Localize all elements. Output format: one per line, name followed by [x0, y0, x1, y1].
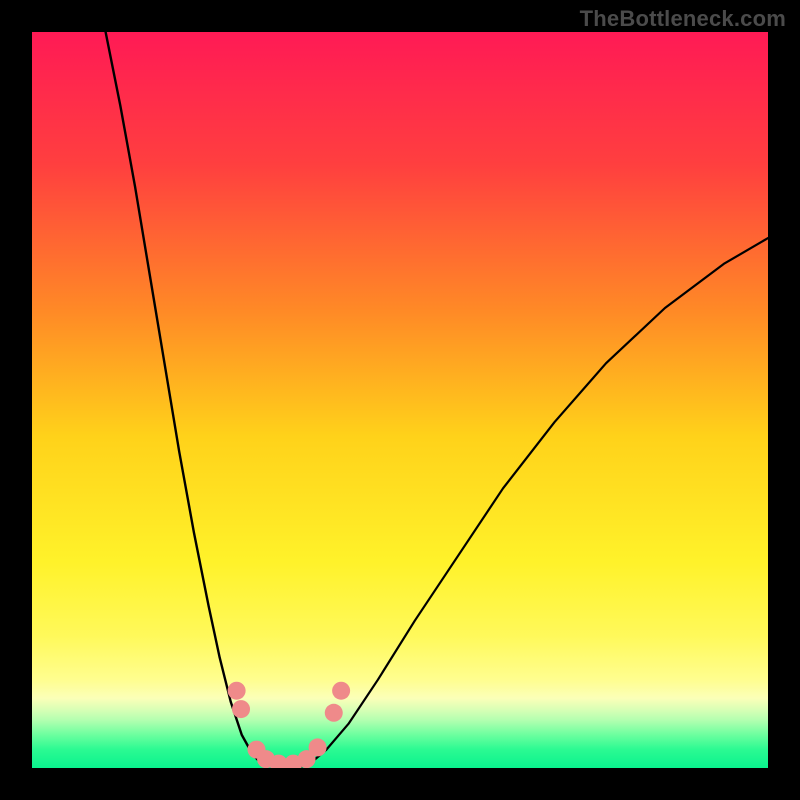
bottleneck-chart: [32, 32, 768, 768]
outer-black-frame: TheBottleneck.com: [0, 0, 800, 800]
valley-marker-7: [309, 738, 327, 756]
gradient-background: [32, 32, 768, 768]
watermark-text: TheBottleneck.com: [580, 6, 786, 32]
valley-marker-9: [332, 682, 350, 700]
valley-marker-8: [325, 704, 343, 722]
valley-marker-1: [232, 700, 250, 718]
valley-marker-0: [228, 682, 246, 700]
